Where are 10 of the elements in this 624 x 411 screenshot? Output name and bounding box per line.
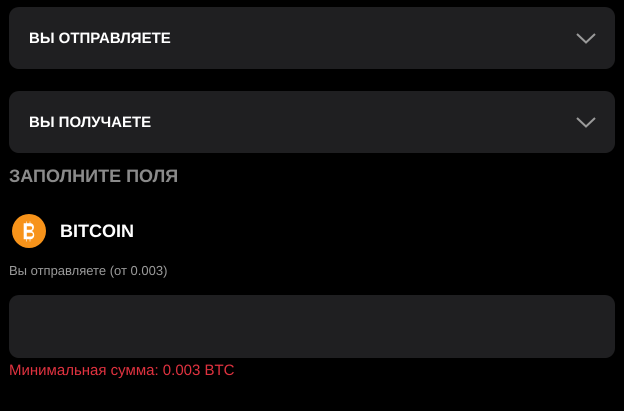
bitcoin-icon <box>12 214 46 248</box>
currency-name: BITCOIN <box>60 220 134 242</box>
dropdown-select[interactable]: ВЫ ОТПРАВЛЯЕТЕ <box>9 7 615 69</box>
amount-input[interactable] <box>9 295 615 358</box>
error-message: Минимальная сумма: 0.003 BTC <box>9 362 236 379</box>
chevron-down-icon <box>576 116 596 128</box>
dropdown-select[interactable]: ВЫ ПОЛУЧАЕТЕ <box>9 91 615 153</box>
field-label: Вы отправляете (от 0.003) <box>9 263 168 278</box>
chevron-down-icon <box>576 32 596 44</box>
section-heading: ЗАПОЛНИТЕ ПОЛЯ <box>9 166 180 187</box>
